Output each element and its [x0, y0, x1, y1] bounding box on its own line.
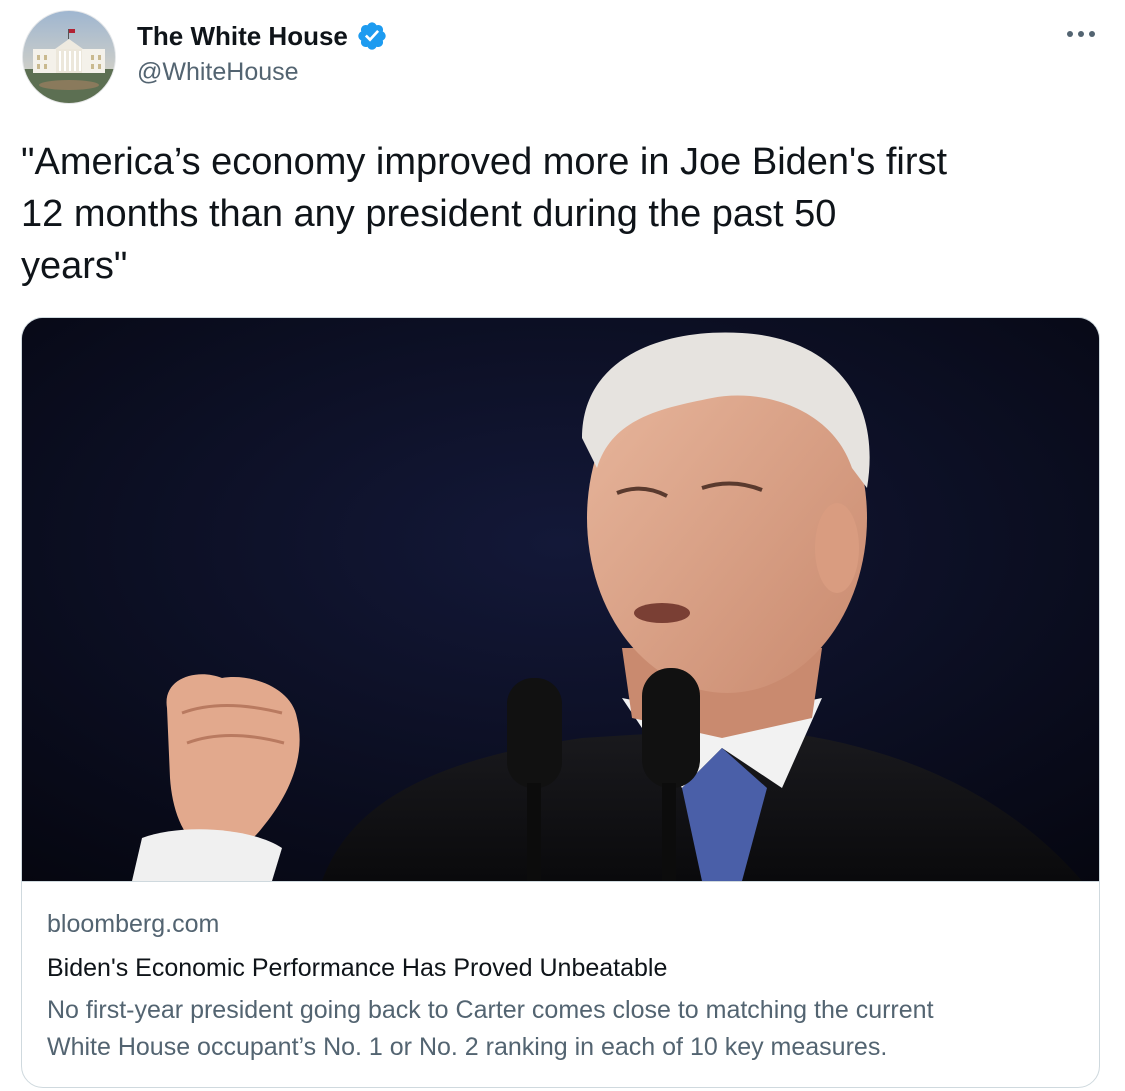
author-block: The White House @WhiteHouse [137, 18, 388, 87]
author-handle[interactable]: @WhiteHouse [137, 58, 388, 87]
article-photo [22, 318, 1099, 881]
author-name-row: The White House [137, 18, 388, 54]
card-description: No first-year president going back to Ca… [47, 996, 934, 1061]
more-options-icon [1067, 31, 1095, 37]
link-card[interactable]: bloomberg.com Biden's Economic Performan… [21, 317, 1100, 1088]
card-divider [22, 881, 1099, 882]
card-meta: bloomberg.com Biden's Economic Performan… [47, 906, 1077, 1066]
card-title: Biden's Economic Performance Has Proved … [47, 954, 668, 982]
author-avatar[interactable] [22, 10, 116, 104]
card-domain: bloomberg.com [47, 910, 220, 938]
verified-badge-icon [358, 22, 386, 50]
tweet-text: "America’s economy improved more in Joe … [21, 141, 948, 287]
white-house-avatar [23, 11, 115, 103]
more-options-button[interactable] [1063, 20, 1099, 48]
tweet: The White House @WhiteHouse "America’s e… [0, 0, 1125, 1091]
card-image [22, 318, 1099, 881]
author-display-name[interactable]: The White House [137, 21, 348, 52]
